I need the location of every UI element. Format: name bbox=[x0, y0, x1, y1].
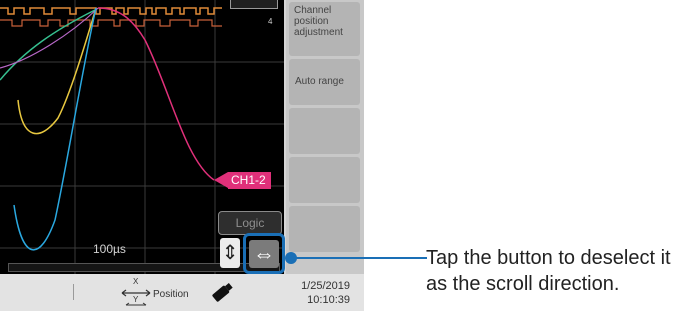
bottom-status-bar: X Y Position 1/25/2019 10:10:39 bbox=[0, 274, 364, 311]
vertical-arrows-icon: ⇕ bbox=[221, 242, 239, 264]
auto-range-label: Auto range bbox=[295, 76, 344, 87]
time-div-label: 100µs bbox=[93, 242, 126, 256]
waveform-screen[interactable]: 4 CH1-2 Logic 100µs ⇕ ⇔ bbox=[0, 0, 284, 274]
usb-drive-icon bbox=[208, 280, 236, 304]
side-button-empty-2[interactable] bbox=[289, 157, 360, 203]
time-text: 10:10:39 bbox=[307, 294, 350, 306]
side-button-empty-3[interactable] bbox=[289, 206, 360, 252]
trigger-indicator bbox=[230, 0, 278, 9]
logic-button[interactable]: Logic bbox=[218, 211, 282, 235]
axis-y-label: Y bbox=[133, 295, 139, 304]
wave-magenta bbox=[0, 7, 99, 69]
position-arrows-icon bbox=[121, 289, 151, 306]
side-panel: Channel position adjustment Auto range bbox=[286, 0, 364, 274]
position-label: Position bbox=[153, 289, 189, 300]
date-time: 1/25/2019 10:10:39 bbox=[290, 279, 350, 307]
marker-arrow-icon bbox=[214, 172, 228, 188]
callout-line bbox=[291, 257, 427, 259]
highlight-frame bbox=[243, 233, 285, 274]
vertical-scroll-button[interactable]: ⇕ bbox=[220, 238, 240, 268]
callout-text: Tap the button to deselect it as the scr… bbox=[426, 247, 671, 295]
position-icon[interactable]: X Y bbox=[120, 277, 152, 309]
side-button-empty-1[interactable] bbox=[289, 108, 360, 154]
callout-dot bbox=[285, 252, 297, 264]
ch1-2-label: CH1-2 bbox=[228, 172, 271, 189]
wave-ch1-2 bbox=[97, 7, 215, 181]
logic-trace-2 bbox=[0, 19, 222, 27]
channel-number: 4 bbox=[268, 17, 273, 26]
divider bbox=[73, 284, 74, 300]
channel-position-adjustment-button[interactable]: Channel position adjustment bbox=[289, 2, 360, 56]
instrument-display: 4 CH1-2 Logic 100µs ⇕ ⇔ Channel position… bbox=[0, 0, 364, 311]
date-text: 1/25/2019 bbox=[301, 280, 350, 292]
auto-range-button[interactable]: Auto range bbox=[289, 59, 360, 105]
wave-yellow bbox=[17, 7, 97, 135]
